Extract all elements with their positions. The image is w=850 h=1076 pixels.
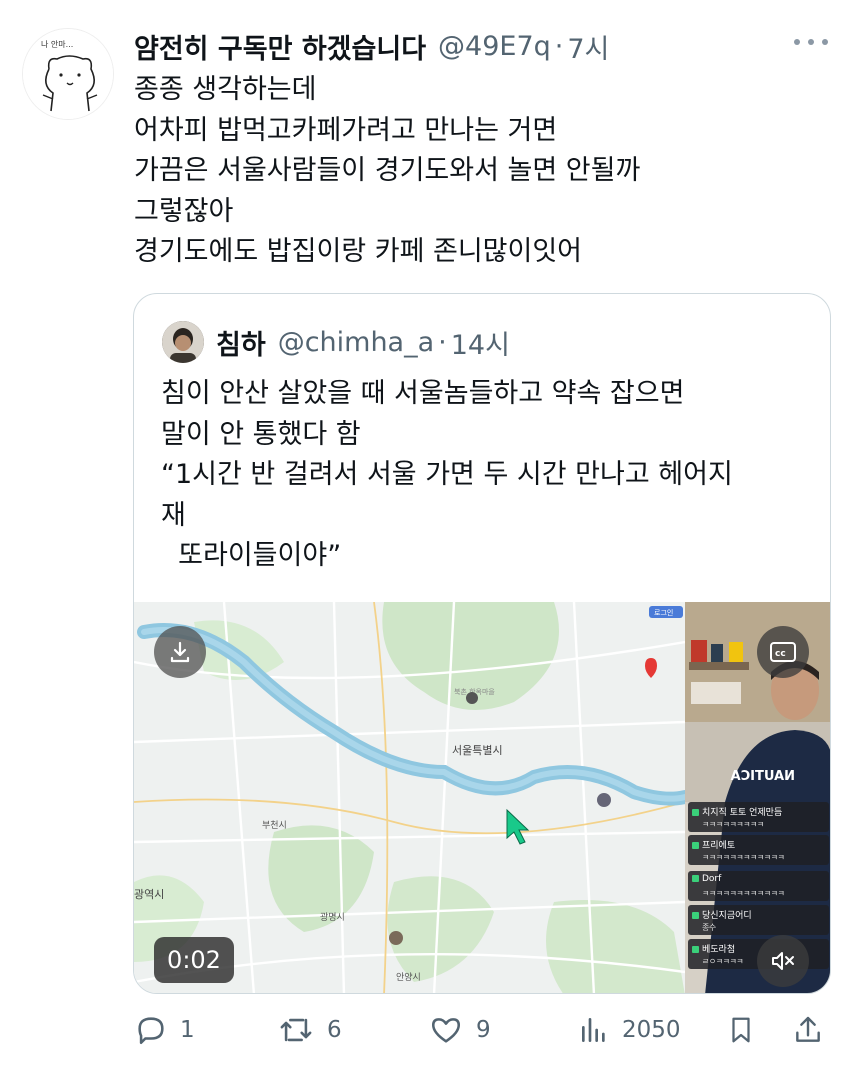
quote-line: 재 <box>161 499 186 531</box>
author-handle[interactable]: @49E7q <box>438 31 551 62</box>
map-avatar-marker <box>466 692 478 704</box>
reply-icon <box>138 1017 164 1045</box>
chat-text: ㅋㅋㅋㅋㅋㅋㅋㅋㅋㅋㅋㅋ <box>702 889 785 898</box>
captions-button[interactable]: cc <box>757 626 809 678</box>
reply-count: 1 <box>180 1017 195 1043</box>
views-button[interactable]: 2050 <box>578 1010 681 1050</box>
speaker-muted-icon <box>772 952 794 970</box>
map-video-frame: 서울특별시 부천시 광명시 안양시 광역시 북촌 한옥마을 로그인 <box>134 602 685 993</box>
shirt-text: NAUTICA <box>731 769 795 784</box>
chat-message: 프리에토 ㅋㅋㅋㅋㅋㅋㅋㅋㅋㅋㅋㅋ <box>688 835 829 865</box>
separator-dot: · <box>438 326 447 358</box>
map-label-gwangmyeong: 광명시 <box>320 911 345 923</box>
quote-header: 침하 @chimha_a · 14시 <box>162 320 510 364</box>
chat-text: 종수 <box>702 923 716 932</box>
quote-time[interactable]: 14시 <box>451 323 510 362</box>
tweet-line: 경기도에도 밥집이랑 카페 존니많이잇어 <box>134 236 583 267</box>
chat-user: 프리에토 <box>702 841 736 851</box>
separator-dot: · <box>554 30 564 62</box>
reply-button[interactable]: 1 <box>134 1010 195 1050</box>
view-count: 2050 <box>622 1017 681 1043</box>
map-label-bucheon: 부천시 <box>262 820 287 831</box>
person-photo-icon <box>162 321 204 363</box>
chat-message: 치지직 토토 언제만듬 ㅋㅋㅋㅋㅋㅋㅋㅋㅋ <box>688 802 829 832</box>
tweet-line: 종종 생각하는데 <box>134 74 317 105</box>
more-options-icon[interactable] <box>794 32 828 52</box>
tweet-text: 종종 생각하는데 어차피 밥먹고카페가려고 만나는 거면 가끔은 서울사람들이 … <box>134 70 824 273</box>
download-button[interactable] <box>154 626 206 678</box>
chat-text: ㅋㅋㅋㅋㅋㅋㅋㅋㅋㅋㅋㅋ <box>702 853 785 862</box>
map-avatar-marker <box>389 931 403 945</box>
download-icon <box>170 641 190 663</box>
chat-message: 당신지금어디 종수 <box>688 905 829 935</box>
chat-user: 당신지금어디 <box>702 911 752 921</box>
chat-text: ㅋㅋㅋㅋㅋㅋㅋㅋㅋ <box>702 820 764 829</box>
chat-text: ㄹㅇㅋㅋㅋㅋ <box>702 957 744 966</box>
bookmark-icon <box>732 1017 750 1043</box>
quote-line: 또라이들이야” <box>161 540 342 571</box>
tweet-line: 어차피 밥먹고카페가려고 만나는 거면 <box>134 114 558 146</box>
svg-text:cc: cc <box>775 649 786 659</box>
author-avatar[interactable]: 나 안마... <box>22 28 114 120</box>
chat-message: Dorf ㅋㅋㅋㅋㅋㅋㅋㅋㅋㅋㅋㅋ <box>688 871 829 901</box>
quote-line: 침이 안산 살았을 때 서울놈들하고 약속 잡으면 <box>161 378 685 409</box>
tweet-header: 얌전히 구독만 하겠습니다 @49E7q · 7시 <box>134 24 830 68</box>
quote-line: “1시간 반 걸려서 서울 가면 두 시간 만나고 헤어지 <box>161 459 733 490</box>
share-icon <box>796 1016 820 1042</box>
quote-line: 말이 안 통했다 함 <box>161 418 361 450</box>
map-avatar-marker <box>597 793 611 807</box>
video-timecode: 0:02 <box>154 937 234 983</box>
retweet-icon <box>280 1018 312 1042</box>
map-label-seoul: 서울특별시 <box>452 744 503 757</box>
quote-author-avatar[interactable] <box>162 321 204 363</box>
map-label-incheon: 광역시 <box>134 888 164 901</box>
tweet-line: 가끔은 서울사람들이 경기도와서 놀면 안될까 <box>134 155 641 186</box>
like-button[interactable]: 9 <box>428 1010 491 1050</box>
bookmark-button[interactable] <box>726 1010 756 1050</box>
video-player[interactable]: 서울특별시 부천시 광명시 안양시 광역시 북촌 한옥마을 로그인 NAUTIC… <box>134 602 830 993</box>
tweet-action-bar: 1 6 9 2050 <box>134 1010 834 1050</box>
map-badge-label: 로그인 <box>654 608 673 617</box>
chat-user: Dorf <box>702 874 722 884</box>
chat-user: 베도라첨 <box>702 945 736 955</box>
quote-author-handle[interactable]: @chimha_a <box>278 327 434 358</box>
map-label-anyang: 안양시 <box>396 972 421 983</box>
closed-captions-icon: cc <box>770 642 796 662</box>
quote-author-name[interactable]: 침하 <box>216 323 266 362</box>
bear-doodle-icon: 나 안마... <box>23 29 113 119</box>
heart-icon <box>431 1018 461 1043</box>
chat-user: 치지직 토토 언제만듬 <box>702 808 783 818</box>
avatar-caption: 나 안마... <box>41 39 73 49</box>
quote-text: 침이 안산 살았을 때 서울놈들하고 약속 잡으면 말이 안 통했다 함 “1시… <box>161 374 811 577</box>
analytics-bars-icon <box>582 1018 605 1042</box>
like-count: 9 <box>476 1017 491 1043</box>
author-name[interactable]: 얌전히 구독만 하겠습니다 <box>134 27 426 66</box>
share-button[interactable] <box>792 1010 824 1050</box>
retweet-button[interactable]: 6 <box>277 1010 342 1050</box>
tweet-time[interactable]: 7시 <box>567 27 609 66</box>
tweet-line: 그렇잖아 <box>134 195 234 227</box>
quoted-tweet-card[interactable]: 침하 @chimha_a · 14시 침이 안산 살았을 때 서울놈들하고 약속… <box>133 293 831 994</box>
mute-button[interactable] <box>757 935 809 987</box>
retweet-count: 6 <box>327 1017 342 1043</box>
